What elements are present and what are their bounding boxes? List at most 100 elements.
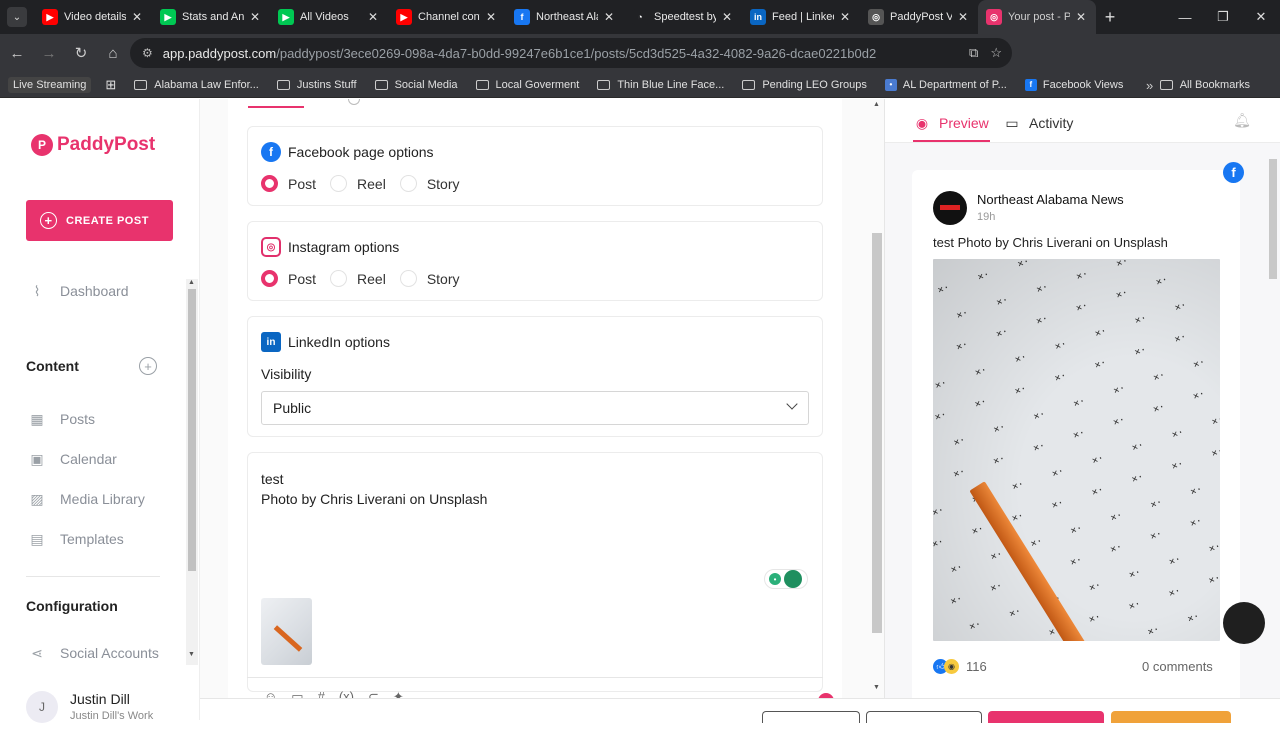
- close-tab-icon[interactable]: ✕: [248, 10, 262, 24]
- ai-assistant-badge[interactable]: •: [764, 569, 808, 589]
- sidebar-item-posts[interactable]: ▦ Posts: [28, 411, 95, 428]
- tab-activity[interactable]: ▭ Activity: [1003, 115, 1073, 132]
- close-window-button[interactable]: ✕: [1242, 0, 1280, 34]
- image-icon: ▨: [30, 490, 44, 507]
- bookmark-item[interactable]: Justins Stuff: [276, 78, 357, 91]
- minimize-button[interactable]: —: [1166, 0, 1204, 34]
- primary-action-button[interactable]: [988, 711, 1104, 723]
- chart-icon: ⌇: [33, 282, 41, 299]
- preview-scrollbar[interactable]: [1267, 153, 1279, 691]
- scrollbar-thumb[interactable]: [872, 233, 882, 633]
- scroll-down-arrow[interactable]: ▼: [188, 651, 195, 658]
- add-content-icon[interactable]: +: [139, 357, 157, 375]
- install-app-icon[interactable]: ⧉: [969, 45, 978, 61]
- back-button[interactable]: ←: [2, 38, 32, 68]
- paddypost-logo[interactable]: P PaddyPost: [31, 134, 155, 156]
- media-thumbnail[interactable]: [261, 598, 312, 665]
- sidebar-item-social-accounts[interactable]: ⋖ Social Accounts: [28, 645, 159, 662]
- site-info-icon[interactable]: ⚙: [142, 46, 153, 60]
- address-bar[interactable]: ⚙ app.paddypost.com /paddypost/3ece0269-…: [130, 38, 1012, 68]
- bookmark-item[interactable]: Local Goverment: [475, 79, 579, 91]
- user-menu[interactable]: J Justin Dill Justin Dill's Work: [26, 691, 153, 723]
- new-tab-button[interactable]: +: [1096, 7, 1124, 28]
- bookmark-item[interactable]: • AL Department of P...: [884, 78, 1007, 91]
- facebook-icon: f: [1024, 78, 1037, 91]
- home-button[interactable]: ⌂: [98, 38, 128, 68]
- instagram-post-radio[interactable]: Post: [261, 270, 316, 287]
- paddypost-logo-mark: P: [31, 134, 53, 156]
- all-bookmarks-folder[interactable]: All Bookmarks: [1159, 72, 1250, 98]
- folder-icon: [597, 79, 611, 90]
- close-tab-icon[interactable]: ✕: [366, 10, 380, 24]
- eye-icon: ◉: [915, 114, 929, 131]
- folder-icon: [742, 79, 756, 90]
- bookmark-star-icon[interactable]: ☆: [990, 45, 1002, 61]
- sidebar-scrollbar[interactable]: ▲ ▼: [186, 279, 198, 665]
- apps-grid-icon[interactable]: ⊞: [105, 77, 116, 93]
- maximize-button[interactable]: ❐: [1204, 0, 1242, 34]
- tab-search-button[interactable]: ⌄: [0, 0, 34, 34]
- scroll-up-arrow[interactable]: ▲: [188, 279, 195, 286]
- reactions: 👍︎ ◉ 116: [933, 659, 987, 674]
- editor-tab-icon[interactable]: [348, 99, 360, 105]
- schedule-action-button[interactable]: [1111, 711, 1231, 723]
- post-text-editor[interactable]: test Photo by Chris Liverani on Unsplash…: [247, 452, 823, 692]
- browser-tab[interactable]: ◎ Your post - P ✕: [978, 0, 1096, 34]
- bookmark-label: Justins Stuff: [296, 78, 357, 91]
- bookmark-item[interactable]: Pending LEO Groups: [742, 79, 867, 91]
- browser-tab[interactable]: ▶ Channel cont ✕: [388, 0, 506, 34]
- reaction-count: 116: [966, 659, 987, 674]
- divider: [26, 576, 160, 577]
- scrollbar-thumb[interactable]: [1269, 159, 1277, 279]
- facebook-options-card: f Facebook page options Post Reel Story: [247, 126, 823, 206]
- bookmark-item[interactable]: Live Streaming: [8, 76, 92, 93]
- secondary-action-button[interactable]: [866, 711, 982, 723]
- bell-icon[interactable]: 🔔︎: [1233, 112, 1251, 128]
- support-chat-button[interactable]: [1223, 602, 1265, 644]
- tab-preview[interactable]: ◉ Preview: [913, 114, 989, 132]
- sidebar-item-media-library[interactable]: ▨ Media Library: [28, 490, 144, 508]
- browser-tab[interactable]: in Feed | Linked ✕: [742, 0, 860, 34]
- browser-tab[interactable]: f Northeast Ala ✕: [506, 0, 624, 34]
- bookmarks-overflow-chevron[interactable]: »: [1146, 72, 1153, 98]
- instagram-story-radio[interactable]: Story: [399, 270, 460, 287]
- scroll-up-arrow[interactable]: ▲: [873, 101, 880, 108]
- bookmark-item[interactable]: Alabama Law Enfor...: [134, 79, 259, 91]
- chat-icon: [784, 570, 802, 588]
- close-tab-icon[interactable]: ✕: [484, 10, 498, 24]
- reload-button[interactable]: ↻: [66, 38, 96, 68]
- browser-tab[interactable]: ▶ All Videos ✕: [270, 0, 388, 34]
- facebook-post-type-group: Post Reel Story: [261, 175, 474, 192]
- facebook-post-radio[interactable]: Post: [261, 175, 316, 192]
- bookmark-item[interactable]: Thin Blue Line Face...: [597, 79, 724, 91]
- preview-pane: ◉ Preview ▭ Activity 🔔︎ Northeast Alabam…: [884, 99, 1280, 730]
- active-editor-tab-indicator: [248, 106, 304, 108]
- browser-tab[interactable]: ▶ Stats and Ana ✕: [152, 0, 270, 34]
- close-tab-icon[interactable]: ✕: [602, 10, 616, 24]
- create-post-button[interactable]: + CREATE POST: [26, 200, 173, 241]
- instagram-reel-radio[interactable]: Reel: [330, 270, 386, 287]
- post-text[interactable]: test Photo by Chris Liverani on Unsplash: [261, 469, 487, 509]
- close-tab-icon[interactable]: ✕: [838, 10, 852, 24]
- scroll-down-arrow[interactable]: ▼: [873, 684, 880, 691]
- browser-tab[interactable]: ▶ Video details ✕: [34, 0, 152, 34]
- sidebar-item-dashboard[interactable]: ⌇ Dashboard: [28, 282, 129, 300]
- bookmark-item[interactable]: f Facebook Views: [1024, 78, 1123, 91]
- close-tab-icon[interactable]: ✕: [1074, 10, 1088, 24]
- scrollbar-thumb[interactable]: [188, 289, 196, 571]
- editor-scrollbar[interactable]: ▲ ▼: [870, 99, 884, 697]
- facebook-reel-radio[interactable]: Reel: [330, 175, 386, 192]
- facebook-story-radio[interactable]: Story: [399, 175, 460, 192]
- close-tab-icon[interactable]: ✕: [130, 10, 144, 24]
- sidebar-item-templates[interactable]: ▤ Templates: [28, 531, 123, 548]
- close-tab-icon[interactable]: ✕: [720, 10, 734, 24]
- close-tab-icon[interactable]: ✕: [956, 10, 970, 24]
- browser-tab[interactable]: ◔ Speedtest by ✕: [624, 0, 742, 34]
- paddypost-app: P PaddyPost + CREATE POST ⌇ Dashboard Co…: [0, 99, 1280, 730]
- sidebar-item-calendar[interactable]: ▣ Calendar: [28, 451, 116, 468]
- browser-tab[interactable]: ◎ PaddyPost Vi ✕: [860, 0, 978, 34]
- visibility-select[interactable]: Public: [261, 391, 809, 425]
- secondary-action-button[interactable]: [762, 711, 860, 723]
- bookmark-item[interactable]: Social Media: [374, 79, 458, 91]
- forward-button[interactable]: →: [34, 38, 64, 68]
